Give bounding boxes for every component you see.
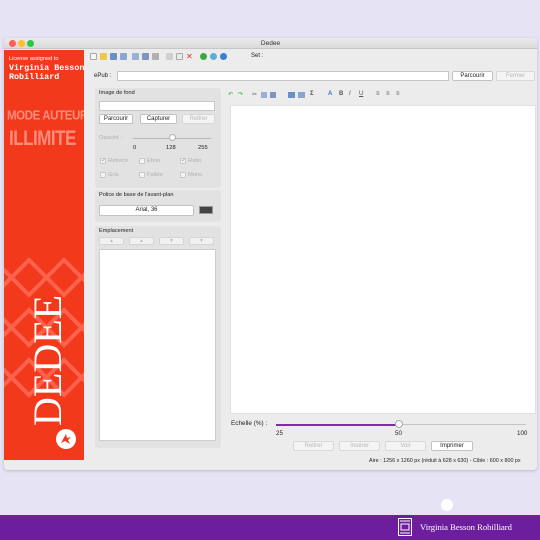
- opacity-slider-knob[interactable]: [168, 134, 176, 141]
- font-color-swatch[interactable]: [199, 206, 213, 214]
- italic-icon[interactable]: I: [349, 91, 351, 97]
- delete-icon[interactable]: ✕: [186, 53, 193, 61]
- insert-image-icon[interactable]: [288, 92, 295, 98]
- background-capture-button[interactable]: Capturer: [140, 114, 177, 124]
- gray-label: Gris: [108, 172, 119, 178]
- app-name-vertical: DEDEE: [25, 294, 70, 426]
- scale-slider-fill: [276, 424, 399, 426]
- placement-list[interactable]: [99, 249, 216, 441]
- save-as-icon[interactable]: [120, 53, 127, 60]
- new-page-icon[interactable]: [176, 53, 183, 60]
- stretch-label: Etirer: [147, 158, 161, 164]
- status-text: Aire : 1256 x 1260 px (réduit à 628 x 63…: [369, 458, 521, 464]
- epub-close-button[interactable]: Fermer: [496, 71, 535, 81]
- set-label: Set :: [251, 53, 264, 59]
- license-name: Virginia Besson Robilliard: [9, 63, 84, 82]
- faint-label: Faible: [147, 172, 163, 178]
- move-top-button[interactable]: ▲: [99, 237, 124, 245]
- app-window: Dedee License assigned to Virginia Besso…: [4, 38, 537, 470]
- remove-button[interactable]: Retirer: [293, 441, 334, 451]
- view-button[interactable]: Voir: [385, 441, 426, 451]
- save-icon[interactable]: [110, 53, 117, 60]
- text-editor-area[interactable]: [230, 105, 536, 414]
- align-left-icon[interactable]: ≡: [376, 91, 380, 97]
- background-remove-button[interactable]: Retirer: [182, 114, 215, 124]
- arrow-up-icon: ▲: [139, 238, 144, 244]
- background-image-group: Image de fond Parcourir Capturer Retirer…: [95, 88, 221, 188]
- background-image-title: Image de fond: [99, 90, 135, 96]
- footer-brand-name: Virginia Besson Robilliard: [420, 522, 512, 532]
- background-image-path-input[interactable]: [99, 101, 215, 111]
- scale-tick-min: 25: [276, 430, 283, 437]
- license-label: License assigned to: [9, 56, 59, 62]
- move-bottom-button[interactable]: ▼: [189, 237, 214, 245]
- faint-checkbox[interactable]: [139, 172, 145, 178]
- mono-label: Mono: [188, 172, 203, 178]
- export-icon[interactable]: [142, 53, 149, 60]
- window-title: Dedee: [260, 40, 281, 47]
- brand-logo-icon: [398, 518, 412, 536]
- paste-icon[interactable]: [270, 92, 276, 98]
- indicator-dot: [441, 499, 453, 511]
- arrow-bottom-icon: ▼: [199, 238, 204, 244]
- font-icon[interactable]: A: [328, 91, 332, 97]
- bird-logo-icon: [56, 429, 76, 449]
- gray-checkbox[interactable]: [100, 172, 106, 178]
- font-chooser-button[interactable]: Arial, 36: [99, 205, 194, 216]
- ratio-checkbox[interactable]: [180, 157, 186, 164]
- tools-icon[interactable]: [152, 53, 159, 60]
- placement-group: Emplacement ▲ ▲ ▼ ▼: [95, 226, 221, 448]
- mono-checkbox[interactable]: [180, 172, 186, 178]
- copy-text-icon[interactable]: [261, 92, 267, 98]
- refresh-icon[interactable]: [200, 53, 207, 60]
- undo-icon[interactable]: ↶: [228, 91, 233, 98]
- title-bar: Dedee: [4, 38, 537, 49]
- align-right-icon[interactable]: ≡: [396, 91, 400, 97]
- arrow-top-icon: ▲: [109, 238, 114, 244]
- scale-tick-mid: 50: [395, 430, 402, 437]
- mode-label: MODE AUTEUR: [7, 109, 84, 123]
- arrow-down-icon: ▼: [169, 238, 174, 244]
- underline-icon[interactable]: U: [359, 91, 363, 97]
- insert-button[interactable]: Insérer: [339, 441, 380, 451]
- info-icon[interactable]: [220, 53, 227, 60]
- scale-label: Echelle (%) :: [231, 420, 268, 427]
- opacity-label: Opacité :: [99, 135, 123, 141]
- opacity-tick-mid: 128: [166, 145, 176, 151]
- symbol-icon[interactable]: Σ: [310, 91, 314, 97]
- placement-title: Emplacement: [99, 228, 134, 234]
- stretch-checkbox[interactable]: [139, 158, 145, 164]
- license-branding-panel: License assigned to Virginia Besson Robi…: [4, 50, 84, 460]
- background-browse-button[interactable]: Parcourir: [99, 114, 133, 124]
- epub-browse-button[interactable]: Parcourir: [452, 71, 493, 81]
- settings-icon[interactable]: [210, 53, 217, 60]
- new-file-icon[interactable]: [90, 53, 97, 60]
- epub-label: ePub :: [94, 73, 112, 79]
- open-folder-icon[interactable]: [100, 53, 107, 60]
- print-button[interactable]: Imprimer: [431, 441, 473, 451]
- scale-slider-knob[interactable]: [395, 420, 403, 428]
- ratio-label: Ratio: [188, 158, 202, 164]
- align-center-icon[interactable]: ≡: [386, 91, 390, 97]
- move-up-button[interactable]: ▲: [129, 237, 154, 245]
- shrink-checkbox[interactable]: [100, 157, 106, 164]
- foreground-font-title: Police de base de l'avant-plan: [99, 192, 174, 198]
- cut-icon[interactable]: ✂: [252, 91, 257, 98]
- mode-value: ILLIMITE: [9, 126, 76, 150]
- insert-table-icon[interactable]: [298, 92, 305, 98]
- copy-icon[interactable]: [132, 53, 139, 60]
- scale-tick-max: 100: [517, 430, 528, 437]
- opacity-tick-min: 0: [133, 145, 137, 151]
- formatting-toolbar: ↶ ↷ ✂ Σ A B I U ≡ ≡ ≡: [228, 91, 536, 101]
- shrink-label: Rétrécir: [108, 158, 129, 164]
- insert-frame-icon[interactable]: [166, 53, 173, 60]
- epub-path-input[interactable]: [117, 71, 449, 81]
- redo-icon[interactable]: ↷: [238, 91, 243, 98]
- move-down-button[interactable]: ▼: [159, 237, 184, 245]
- opacity-tick-max: 255: [198, 145, 208, 151]
- foreground-font-group: Police de base de l'avant-plan Arial, 36: [95, 190, 221, 222]
- bold-icon[interactable]: B: [339, 91, 343, 97]
